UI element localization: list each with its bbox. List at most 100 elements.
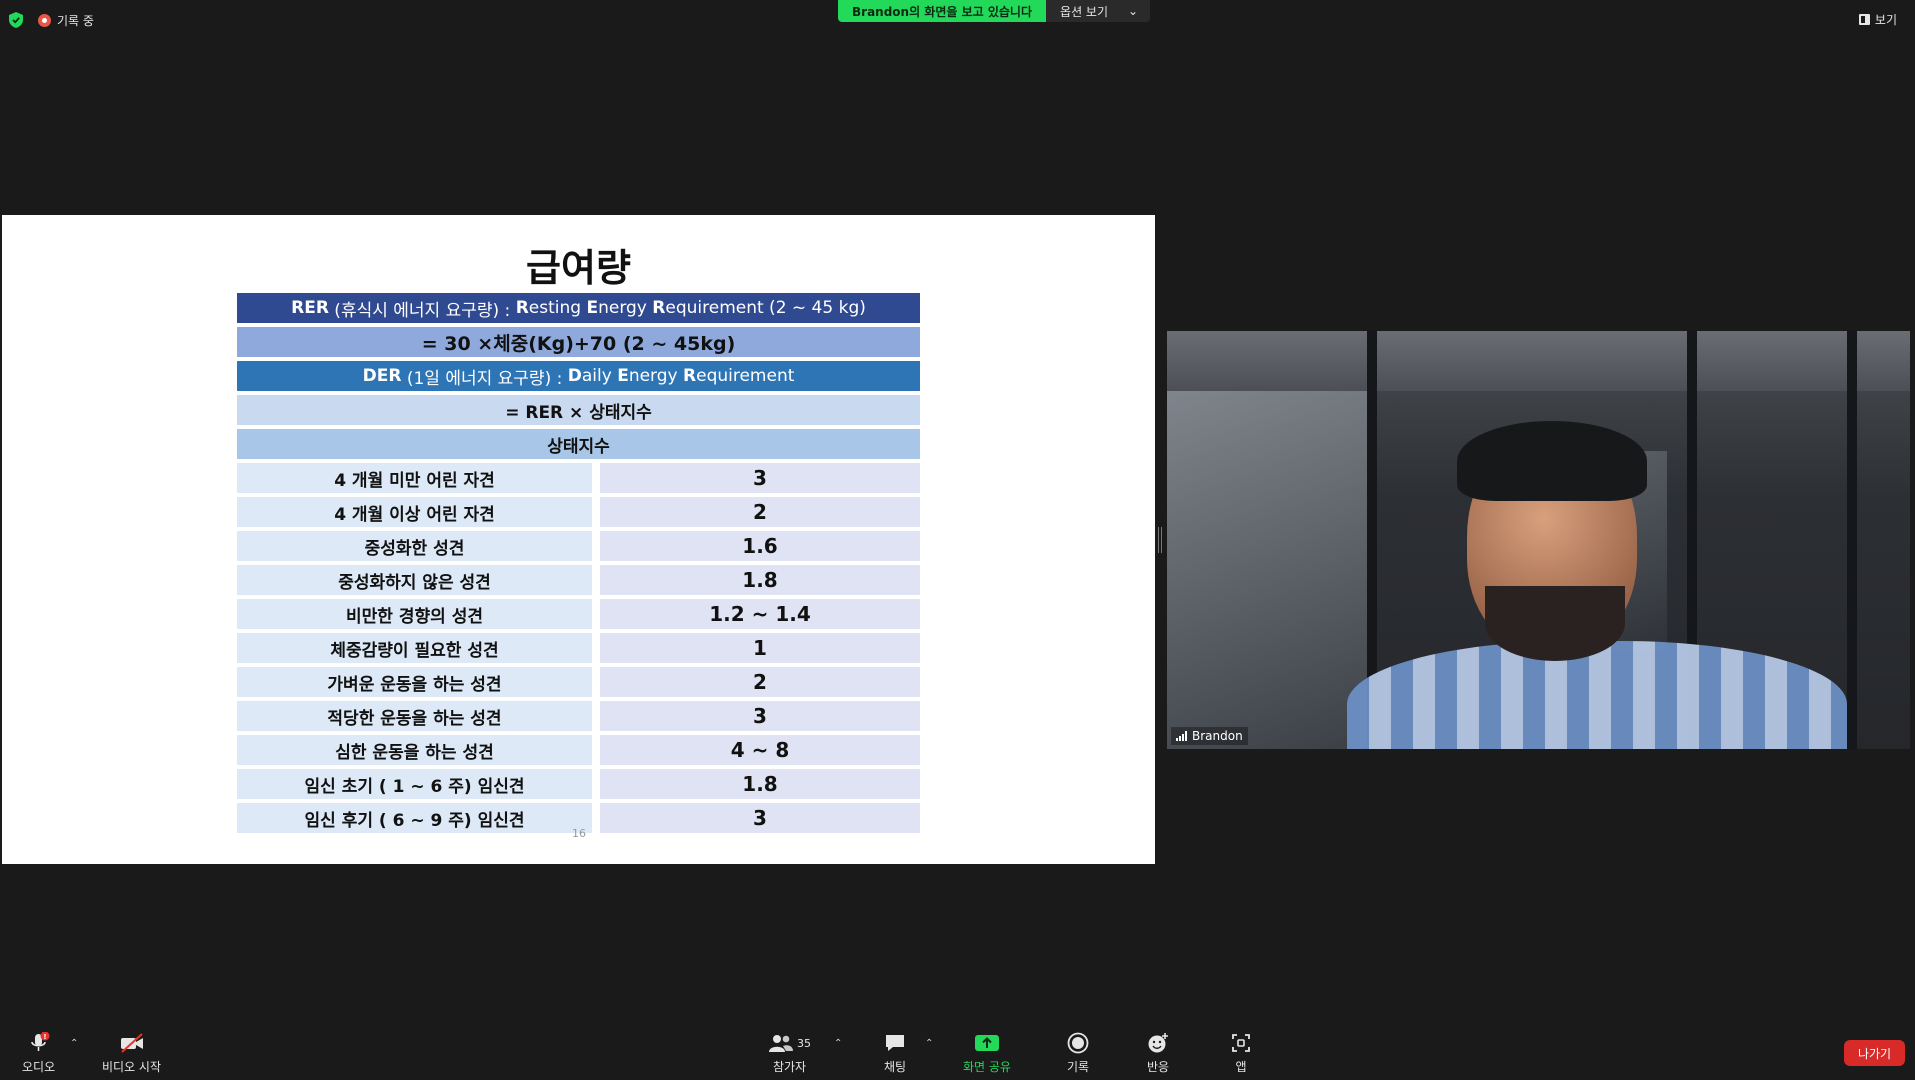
row-label: 가벼운 운동을 하는 성견 [237,667,592,697]
participants-button[interactable]: 35 참가자 [768,1032,811,1075]
view-options-button[interactable]: 옵션 보기 ⌄ [1046,0,1151,22]
start-video-button[interactable]: 비디오 시작 [102,1032,161,1075]
share-screen-button[interactable]: 화면 공유 [963,1032,1011,1075]
table-row: 심한 운동을 하는 성견 4 ~ 8 [237,735,920,765]
table-row: 임신 초기 ( 1 ~ 6 주) 임신견 1.8 [237,769,920,799]
row-label: 임신 초기 ( 1 ~ 6 주) 임신견 [237,769,592,799]
row-label: 중성화하지 않은 성견 [237,565,592,595]
table-row: 중성화하지 않은 성견 1.8 [237,565,920,595]
row-value: 1.8 [600,769,920,799]
rer-header: RER (휴식시 에너지 요구량) : Resting Energy Requi… [237,293,920,323]
row-label: 적당한 운동을 하는 성견 [237,701,592,731]
row-label: 비만한 경향의 성견 [237,599,592,629]
top-left-status: 기록 중 [8,10,94,30]
panel-resize-handle[interactable] [1158,527,1162,553]
video-background-frame [1847,331,1857,749]
reactions-label: 반응 [1146,1060,1170,1074]
row-value: 1.2 ~ 1.4 [600,599,920,629]
chevron-down-icon: ⌄ [1128,4,1139,18]
apps-icon [1230,1032,1252,1054]
table-row: 4 개월 미만 어린 자견 3 [237,463,920,493]
row-label: 4 개월 이상 어린 자견 [237,497,592,527]
der-req-rest: equirement [696,366,795,386]
der-desc: (1일 에너지 요구량) : [401,368,568,389]
chat-button[interactable]: 채팅 [883,1032,907,1075]
audio-label: 오디오 [22,1060,56,1074]
feeding-table: RER (휴식시 에너지 요구량) : Resting Energy Requi… [237,293,920,837]
row-value: 4 ~ 8 [600,735,920,765]
shared-screen: 급여량 RER (휴식시 에너지 요구량) : Resting Energy R… [2,215,1155,864]
view-button-label: 보기 [1874,12,1897,27]
shield-icon[interactable] [8,12,24,28]
row-value: 3 [600,803,920,833]
view-layout-icon [1858,13,1870,25]
share-screen-label: 화면 공유 [963,1060,1011,1074]
der-d-rest: aily [581,366,618,386]
table-row: 적당한 운동을 하는 성견 3 [237,701,920,731]
svg-text:!: ! [43,1033,46,1041]
start-video-label: 비디오 시작 [102,1060,162,1074]
row-label: 심한 운동을 하는 성견 [237,735,592,765]
audio-options-caret-icon[interactable]: ⌃ [70,1038,78,1049]
row-label: 4 개월 미만 어린 자견 [237,463,592,493]
table-row: 4 개월 이상 어린 자견 2 [237,497,920,527]
video-background-window [1167,391,1367,749]
connection-signal-icon [1176,731,1187,741]
rer-e-rest: nergy [598,298,653,318]
der-req: R [683,366,697,386]
audio-button[interactable]: ! 오디오 [22,1032,55,1075]
participant-name-tag: Brandon [1171,727,1248,745]
video-off-icon [118,1032,146,1054]
participants-options-caret-icon[interactable]: ⌃ [834,1038,842,1049]
share-banner: Brandon의 화면을 보고 있습니다 옵션 보기 ⌄ [838,0,1151,22]
row-value: 3 [600,701,920,731]
recording-indicator[interactable]: 기록 중 [38,12,94,29]
der-e-rest: nergy [628,366,684,386]
apps-button[interactable]: 앱 [1230,1032,1252,1075]
microphone-icon: ! [27,1032,51,1054]
factor-header: 상태지수 [237,429,920,459]
der-header: DER (1일 에너지 요구량) : Daily Energy Requirem… [237,361,920,391]
record-icon [1067,1032,1089,1054]
rer-abbr: RER [291,298,329,318]
der-abbr: DER [362,366,402,386]
participants-icon: 35 [768,1032,811,1054]
participants-label: 참가자 [772,1060,807,1074]
chat-options-caret-icon[interactable]: ⌃ [925,1038,933,1049]
participant-hair [1457,421,1647,501]
der-e: E [617,366,629,386]
slide-title: 급여량 [526,246,631,290]
share-screen-icon [974,1032,1000,1054]
table-row: 가벼운 운동을 하는 성견 2 [237,667,920,697]
participants-count: 35 [797,1036,811,1050]
view-button[interactable]: 보기 [1853,8,1903,30]
record-dot-icon [38,13,51,27]
table-row: 체중감량이 필요한 성견 1 [237,633,920,663]
row-value: 1 [600,633,920,663]
row-value: 2 [600,667,920,697]
rer-desc: (휴식시 에너지 요구량) : [328,300,516,321]
record-label: 기록 [1067,1060,1090,1074]
row-label: 임신 후기 ( 6 ~ 9 주) 임신견 [237,803,592,833]
row-label: 중성화한 성견 [237,531,592,561]
row-value: 1.8 [600,565,920,595]
rer-req: R [652,298,666,318]
participant-video-tile[interactable]: Brandon [1167,331,1910,749]
rer-req-rest: equirement (2 ~ 45 kg) [665,298,866,318]
record-button[interactable]: 기록 [1067,1032,1089,1075]
der-d: D [567,366,582,386]
row-value: 3 [600,463,920,493]
leave-button[interactable]: 나가기 [1844,1040,1905,1066]
emoji-plus-icon [1146,1032,1170,1054]
participant-name: Brandon [1192,729,1243,743]
chat-icon [883,1032,907,1054]
viewing-screen-label: Brandon의 화면을 보고 있습니다 [838,0,1047,22]
participant-beard [1485,586,1625,661]
video-background-ceiling [1167,331,1910,391]
row-value: 2 [600,497,920,527]
table-row: 비만한 경향의 성견 1.2 ~ 1.4 [237,599,920,629]
participant-shirt [1347,641,1847,749]
slide-page-number: 16 [572,827,586,840]
rer-r-rest: esting [528,298,587,318]
reactions-button[interactable]: 반응 [1146,1032,1170,1075]
